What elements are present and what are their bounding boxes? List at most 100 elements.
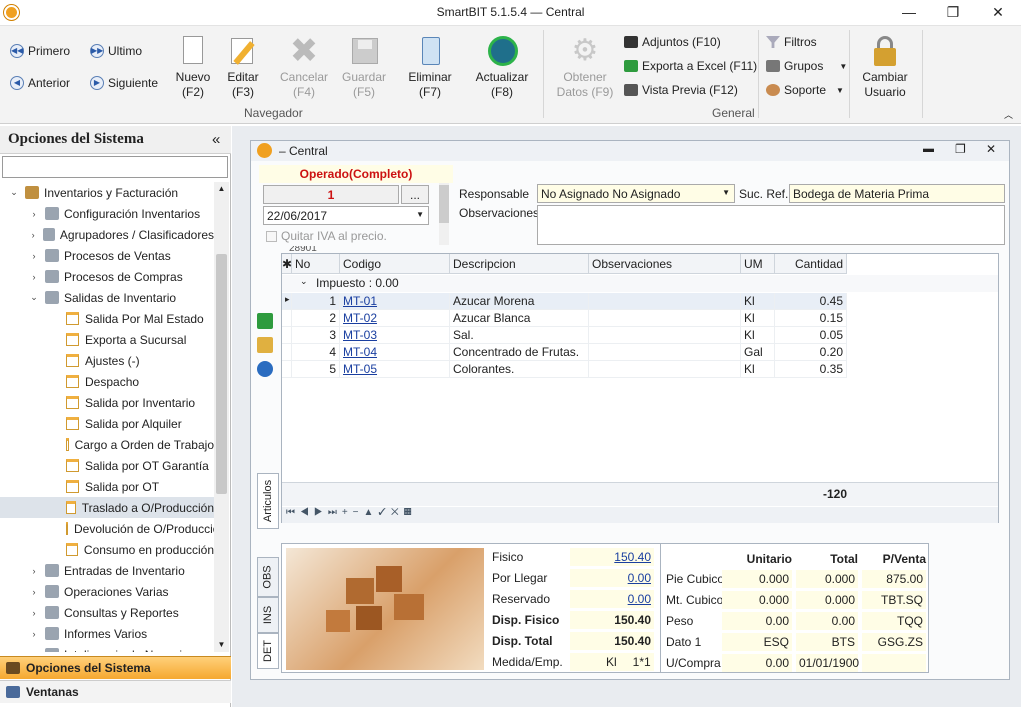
item-code-link[interactable]: MT-02 (343, 311, 377, 325)
close-button[interactable]: ✕ (975, 0, 1021, 26)
get-data-button[interactable]: ⚙ Obtener Datos (F9) (554, 34, 616, 100)
sidebar-item[interactable]: Exporta a Sucursal (0, 329, 214, 350)
new-button[interactable]: Nuevo (F2) (170, 34, 216, 100)
sidebar-item[interactable]: Salida por OT Garantía (0, 455, 214, 476)
date-field[interactable]: 22/06/2017 ▼ (263, 206, 429, 225)
sidebar-item[interactable]: ⌄ Inventarios y Facturación (0, 182, 214, 203)
table-row[interactable]: 5 MT-05 Colorantes. Kl 0.35 (282, 361, 847, 378)
ribbon-collapse-icon[interactable]: ︿ (1004, 108, 1013, 121)
document-number-field[interactable]: 1 (263, 185, 399, 204)
stock-value[interactable]: 0.00 (570, 590, 654, 608)
doc-minimize-button[interactable]: ▬ (923, 143, 934, 155)
doc-restore-button[interactable]: ❐ (955, 142, 966, 156)
first-button[interactable]: ◀◀ Primero (10, 44, 70, 58)
sidebar-item[interactable]: Cargo a Orden de Trabajo (0, 434, 214, 455)
print-preview-button[interactable]: Vista Previa (F12) (624, 83, 738, 97)
responsable-select[interactable]: No Asignado No Asignado ▼ (537, 184, 735, 203)
edit-button[interactable]: Editar (F3) (220, 34, 266, 100)
minimize-button[interactable]: — (886, 0, 932, 26)
observations-field[interactable] (537, 205, 1005, 245)
sidebar-item[interactable]: › Configuración Inventarios (0, 203, 214, 224)
sidebar-item[interactable]: › Entradas de Inventario (0, 560, 214, 581)
column-header[interactable]: No (292, 254, 340, 274)
sidebar-search-input[interactable] (2, 156, 228, 178)
excel-icon[interactable] (257, 313, 273, 329)
sidebar-item[interactable]: › Procesos de Ventas (0, 245, 214, 266)
tab-system-options[interactable]: Opciones del Sistema (0, 656, 231, 679)
refresh-button[interactable]: Actualizar (F8) (472, 34, 532, 100)
sync-icon[interactable] (257, 361, 273, 377)
tab-det[interactable]: DET (257, 633, 279, 669)
stock-value-text[interactable]: 150.40 (614, 550, 651, 564)
scroll-up-icon[interactable]: ▲ (214, 182, 229, 196)
save-button[interactable]: Guardar (F5) (338, 34, 390, 100)
tab-obs[interactable]: OBS (257, 557, 279, 597)
column-header[interactable]: ✱ (282, 254, 292, 274)
tab-articulos[interactable]: Articulos (257, 473, 279, 529)
scroll-thumb[interactable] (439, 185, 449, 223)
table-cell[interactable]: MT-02 (340, 310, 450, 327)
cancel-button[interactable]: ✖ Cancelar (F4) (276, 34, 332, 100)
item-code-link[interactable]: MT-05 (343, 362, 377, 376)
sucref-field[interactable]: Bodega de Materia Prima (789, 184, 1005, 203)
change-user-button[interactable]: Cambiar Usuario (858, 34, 912, 100)
stock-value-text[interactable]: 0.00 (628, 592, 651, 606)
filters-button[interactable]: Filtros (766, 35, 817, 49)
sidebar-item[interactable]: › Operaciones Varias (0, 581, 214, 602)
column-header[interactable]: Cantidad (775, 254, 847, 274)
document-lookup-button[interactable]: ... (401, 185, 429, 204)
scroll-thumb[interactable] (216, 254, 227, 494)
tree-scrollbar[interactable]: ▲ ▼ (214, 182, 229, 652)
group-row[interactable]: ⌄ Impuesto : 0.00 (282, 275, 998, 292)
groups-dropdown[interactable]: Grupos ▼ (766, 59, 847, 73)
sidebar-item[interactable]: › Informes Varios (0, 623, 214, 644)
header-scrollbar[interactable] (439, 183, 449, 245)
sidebar-collapse-button[interactable]: « (212, 131, 220, 148)
table-row[interactable]: 4 MT-04 Concentrado de Frutas. Gal 0.20 (282, 344, 847, 361)
folder-icon[interactable] (257, 337, 273, 353)
sidebar-item[interactable]: Consumo en producción (0, 539, 214, 560)
export-excel-button[interactable]: Exporta a Excel (F11) (624, 59, 757, 73)
sidebar-item[interactable]: › Consultas y Reportes (0, 602, 214, 623)
table-row[interactable]: 3 MT-03 Sal. Kl 0.05 (282, 327, 847, 344)
table-row[interactable]: ▸ 1 MT-01 Azucar Morena Kl 0.45 (282, 293, 847, 310)
maximize-button[interactable]: ❐ (930, 0, 976, 26)
attachments-button[interactable]: Adjuntos (F10) (624, 35, 721, 49)
stock-value-text[interactable]: 0.00 (628, 571, 651, 585)
doc-close-button[interactable]: ✕ (986, 142, 996, 156)
table-row[interactable]: 2 MT-02 Azucar Blanca Kl 0.15 (282, 310, 847, 327)
stock-value[interactable]: 0.00 (570, 569, 654, 587)
sidebar-item[interactable]: › Inteligencia de Negocios (0, 644, 214, 652)
sidebar-item[interactable]: Ajustes (-) (0, 350, 214, 371)
sidebar-item[interactable]: Salida por Alquiler (0, 413, 214, 434)
remove-iva-checkbox[interactable]: Quitar IVA al precio. (266, 229, 387, 243)
item-code-link[interactable]: MT-03 (343, 328, 377, 342)
column-header[interactable]: Observaciones (589, 254, 741, 274)
sidebar-item[interactable]: Despacho (0, 371, 214, 392)
column-header[interactable]: Codigo (340, 254, 450, 274)
support-dropdown[interactable]: Soporte ▼ (766, 83, 844, 97)
column-header[interactable]: Descripcion (450, 254, 589, 274)
table-cell[interactable]: MT-01 (340, 293, 450, 310)
tab-windows[interactable]: Ventanas (0, 680, 231, 703)
sidebar-item[interactable]: Traslado a O/Producción (0, 497, 214, 518)
item-code-link[interactable]: MT-01 (343, 294, 377, 308)
sidebar-item[interactable]: › Agrupadores / Clasificadores (0, 224, 214, 245)
next-button[interactable]: ▶ Siguiente (90, 76, 158, 90)
delete-button[interactable]: Eliminar (F7) (404, 34, 456, 100)
last-button[interactable]: ▶▶ Ultimo (90, 44, 142, 58)
table-cell[interactable]: MT-04 (340, 344, 450, 361)
sidebar-item[interactable]: Salida por OT (0, 476, 214, 497)
scroll-down-icon[interactable]: ▼ (214, 638, 229, 652)
sidebar-item[interactable]: Devolución de O/Producció (0, 518, 214, 539)
sidebar-item[interactable]: ⌄ Salidas de Inventario (0, 287, 214, 308)
item-code-link[interactable]: MT-04 (343, 345, 377, 359)
table-cell[interactable]: MT-03 (340, 327, 450, 344)
sidebar-item[interactable]: Salida Por Mal Estado (0, 308, 214, 329)
table-cell[interactable]: MT-05 (340, 361, 450, 378)
sidebar-item[interactable]: › Procesos de Compras (0, 266, 214, 287)
previous-button[interactable]: ◀ Anterior (10, 76, 70, 90)
stock-value[interactable]: 150.40 (570, 548, 654, 566)
sidebar-item[interactable]: Salida por Inventario (0, 392, 214, 413)
column-header[interactable]: UM (741, 254, 775, 274)
